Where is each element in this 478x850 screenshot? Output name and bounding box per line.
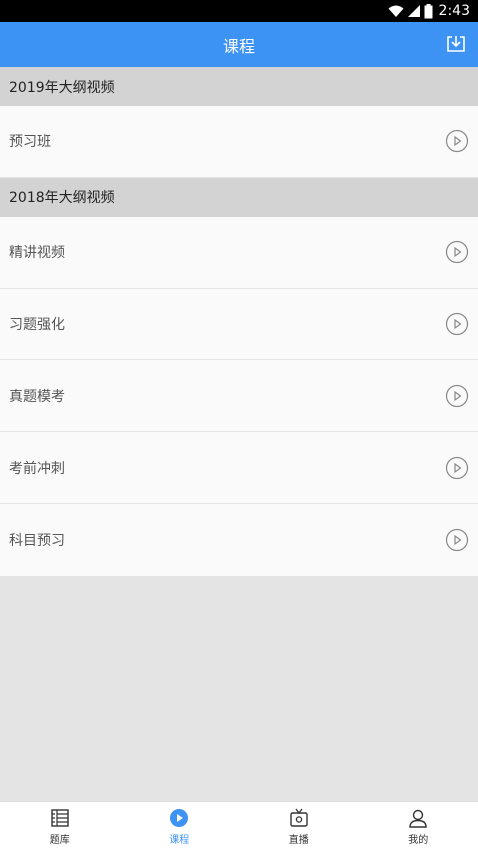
status-icons <box>388 3 433 19</box>
live-tv-icon <box>288 807 310 829</box>
course-item-sprint[interactable]: 考前冲刺 <box>0 432 478 504</box>
download-icon <box>447 36 465 52</box>
section-header-2019: 2019年大纲视频 <box>0 67 478 106</box>
tab-label: 直播 <box>288 834 309 846</box>
play-circle-icon <box>168 807 190 829</box>
status-bar: 2:43 <box>0 0 478 22</box>
course-item-label: 考前冲刺 <box>9 460 65 477</box>
user-icon <box>407 807 429 829</box>
play-circle-icon <box>445 129 469 153</box>
battery-icon <box>424 3 433 18</box>
page-title: 课程 <box>222 36 255 56</box>
section-title: 2018年大纲视频 <box>9 190 115 207</box>
course-item-label: 习题强化 <box>9 316 65 333</box>
course-item-preview-class[interactable]: 预习班 <box>0 106 478 178</box>
play-circle-icon <box>445 240 469 264</box>
course-item-label: 科目预习 <box>9 532 65 549</box>
signal-icon <box>407 5 420 17</box>
question-bank-icon <box>49 807 71 829</box>
wifi-icon <box>388 5 404 17</box>
tab-live[interactable]: 直播 <box>239 802 359 850</box>
course-item-subject-preview[interactable]: 科目预习 <box>0 503 478 576</box>
app-header: 课程 <box>0 22 478 67</box>
tab-course[interactable]: 课程 <box>120 802 240 850</box>
course-item-label: 真题模考 <box>9 388 65 405</box>
play-circle-icon <box>445 384 469 408</box>
section-header-2018: 2018年大纲视频 <box>0 177 478 217</box>
course-item-lecture-video[interactable]: 精讲视频 <box>0 216 478 289</box>
status-time: 2:43 <box>438 3 470 19</box>
play-circle-icon <box>445 456 469 480</box>
tab-question-bank[interactable]: 题库 <box>0 802 120 850</box>
download-button[interactable] <box>444 32 468 56</box>
course-item-mock-exam[interactable]: 真题模考 <box>0 360 478 433</box>
play-circle-icon <box>445 312 469 336</box>
tab-mine[interactable]: 我的 <box>359 802 478 850</box>
play-circle-icon <box>445 528 469 552</box>
course-item-exercise[interactable]: 习题强化 <box>0 288 478 361</box>
course-item-label: 精讲视频 <box>9 245 65 262</box>
tab-label: 课程 <box>169 834 190 846</box>
course-list: 2019年大纲视频 预习班 2018年大纲视频 精讲视频 习题强化 真题模考 考… <box>0 67 478 576</box>
section-title: 2019年大纲视频 <box>9 79 115 96</box>
tab-label: 我的 <box>408 834 429 846</box>
course-item-label: 预习班 <box>9 134 51 151</box>
bottom-tab-bar: 题库 课程 直播 我的 <box>0 801 478 850</box>
tab-label: 题库 <box>49 834 70 846</box>
